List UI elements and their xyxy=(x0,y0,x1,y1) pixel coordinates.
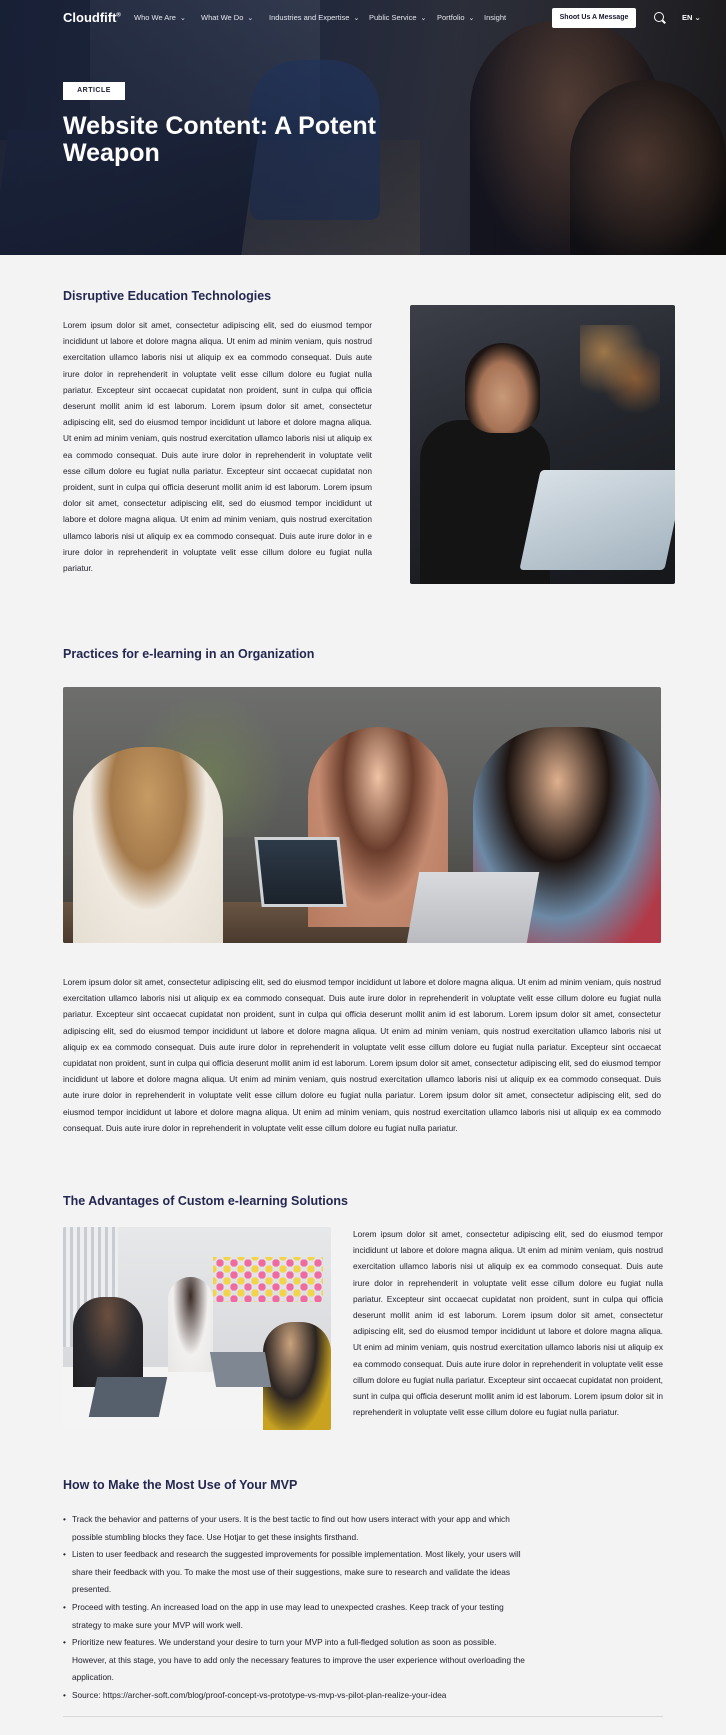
photo-detail xyxy=(580,325,660,415)
nav-item-what-we-do[interactable]: What We Do ⌄ xyxy=(201,13,253,22)
section-paragraph: Lorem ipsum dolor sit amet, consectetur … xyxy=(353,1229,663,1418)
nav-item-portfolio[interactable]: Portfolio ⌄ xyxy=(437,13,474,22)
mvp-tips-list: Track the behavior and patterns of your … xyxy=(63,1511,533,1705)
section-paragraph: Lorem ipsum dolor sit amet, consectetur … xyxy=(63,320,372,574)
photo-detail xyxy=(519,470,675,570)
article-badge: ARTICLE xyxy=(63,82,125,100)
page-title: Website Content: A Potent Weapon xyxy=(63,112,376,167)
logo[interactable]: Cloudfift® xyxy=(63,10,121,25)
nav-item-public-service[interactable]: Public Service ⌄ xyxy=(369,13,426,22)
photo-detail xyxy=(213,1257,323,1302)
section-heading: Disruptive Education Technologies xyxy=(63,289,272,303)
nav-item-who-we-are[interactable]: Who We Are ⌄ xyxy=(134,13,186,22)
nav-item-insight[interactable]: Insight xyxy=(484,13,506,22)
source-link[interactable]: Source: https://archer-soft.com/blog/pro… xyxy=(63,1687,533,1705)
photo-detail xyxy=(209,1352,272,1387)
divider xyxy=(63,1716,663,1717)
nav-item-industries[interactable]: Industries and Expertise ⌄ xyxy=(269,13,359,22)
office-meeting-photo xyxy=(63,1227,331,1430)
list-item: Track the behavior and patterns of your … xyxy=(63,1511,533,1546)
hero-banner: Cloudfift® Who We Are ⌄ What We Do ⌄ Indus… xyxy=(0,0,726,255)
list-item: Listen to user feedback and research the… xyxy=(63,1546,533,1599)
list-item: Prioritize new features. We understand y… xyxy=(63,1634,533,1687)
section-heading: Practices for e-learning in an Organizat… xyxy=(63,647,315,661)
photo-detail xyxy=(73,747,223,943)
list-item: Proceed with testing. An increased load … xyxy=(63,1599,533,1634)
section-paragraph: Lorem ipsum dolor sit amet, consectetur … xyxy=(63,977,661,1133)
photo-detail xyxy=(254,837,347,907)
chevron-down-icon: ⌄ xyxy=(694,13,701,22)
chevron-down-icon: ⌄ xyxy=(420,15,427,22)
photo-detail xyxy=(263,1322,331,1430)
team-laughing-photo xyxy=(63,687,661,943)
photo-detail xyxy=(88,1377,168,1417)
photo-detail xyxy=(465,343,540,433)
language-selector[interactable]: EN ⌄ xyxy=(682,13,701,22)
search-icon[interactable] xyxy=(654,12,664,22)
chevron-down-icon: ⌄ xyxy=(247,15,254,22)
shoot-us-a-message-button[interactable]: Shoot Us A Message xyxy=(552,8,636,28)
section-heading: The Advantages of Custom e-learning Solu… xyxy=(63,1194,348,1208)
section-heading: How to Make the Most Use of Your MVP xyxy=(63,1478,298,1492)
man-with-headphones-photo xyxy=(410,305,675,584)
chevron-down-icon: ⌄ xyxy=(353,15,360,22)
photo-detail xyxy=(406,872,540,943)
chevron-down-icon: ⌄ xyxy=(468,15,475,22)
top-navigation: Cloudfift® Who We Are ⌄ What We Do ⌄ Indus… xyxy=(0,0,726,36)
photo-detail xyxy=(168,1277,213,1372)
photo-detail xyxy=(73,1297,143,1387)
chevron-down-icon: ⌄ xyxy=(179,15,186,22)
